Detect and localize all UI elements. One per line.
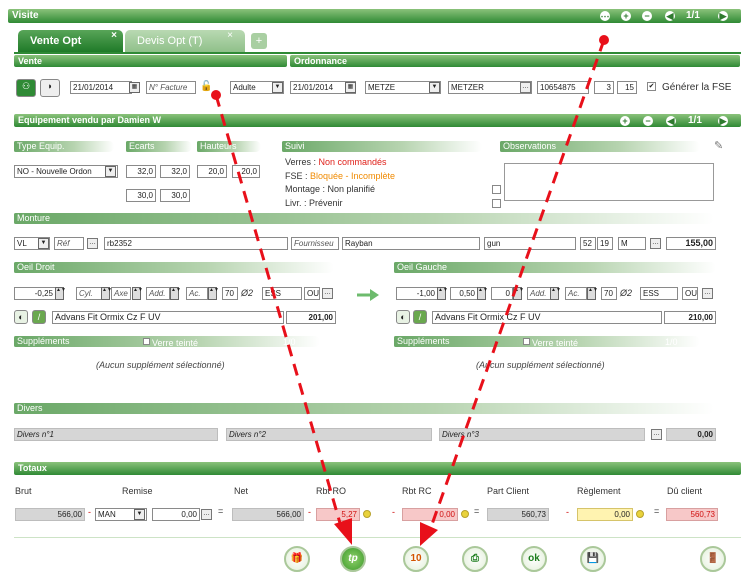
annotation-arrowhead bbox=[334, 518, 352, 545]
annotation-origin-dot bbox=[211, 90, 221, 100]
annotation-arrow-line bbox=[428, 39, 606, 531]
annotation-origin-dot bbox=[599, 35, 609, 45]
annotation-arrowhead bbox=[420, 522, 438, 546]
annotation-arrow-line bbox=[214, 94, 344, 531]
annotation-arrows bbox=[211, 35, 609, 546]
